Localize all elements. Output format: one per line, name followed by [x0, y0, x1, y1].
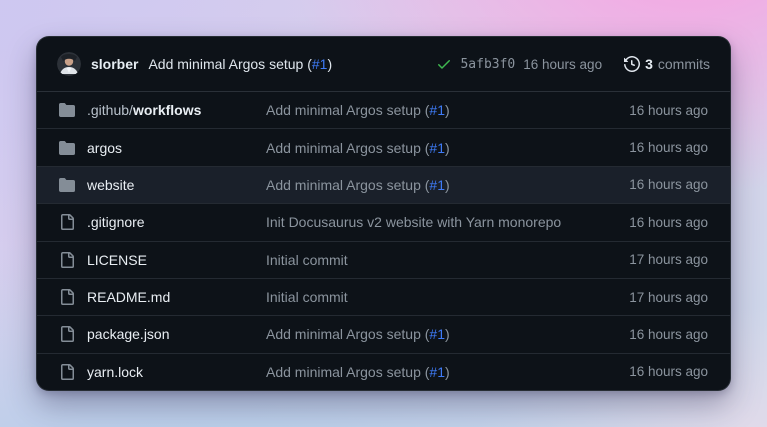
file-name-cell: .github/workflows [87, 102, 266, 118]
folder-icon [59, 140, 75, 156]
file-name-cell: package.json [87, 326, 266, 342]
row-icon-cell [59, 289, 75, 305]
file-name-cell: .gitignore [87, 214, 266, 230]
row-commit-message: Initial commit [266, 252, 617, 268]
row-icon-cell [59, 140, 75, 156]
commit-message-text: Add minimal Argos setup [266, 177, 421, 193]
row-icon-cell [59, 252, 75, 268]
pr-link[interactable]: #1 [429, 364, 445, 380]
commit-author[interactable]: slorber [91, 56, 138, 72]
commit-time: 16 hours ago [629, 364, 708, 379]
file-row: argos Add minimal Argos setup (#1) 16 ho… [37, 129, 730, 166]
file-name[interactable]: argos [87, 140, 122, 156]
file-row: README.md Initial commit 17 hours ago [37, 279, 730, 316]
file-name-cell: LICENSE [87, 252, 266, 268]
file-name-cell: argos [87, 140, 266, 156]
commit-message-text: Initial commit [266, 289, 348, 305]
folder-icon [59, 102, 75, 118]
commit-time: 16 hours ago [629, 327, 708, 342]
commits-label: commits [658, 56, 710, 72]
commit-time: 16 hours ago [629, 140, 708, 155]
latest-commit-summary: slorber Add minimal Argos setup (#1) [57, 52, 332, 76]
file-name[interactable]: .gitignore [87, 214, 145, 230]
pr-link[interactable]: #1 [429, 177, 445, 193]
latest-commit-meta: 5afb3f0 16 hours ago 3 commits [436, 56, 710, 72]
commit-message-text: Add minimal Argos setup [266, 326, 421, 342]
file-row: website Add minimal Argos setup (#1) 16 … [37, 167, 730, 204]
row-icon-cell [59, 214, 75, 230]
row-commit-message: Init Docusaurus v2 website with Yarn mon… [266, 214, 617, 230]
file-name[interactable]: package.json [87, 326, 170, 342]
user-avatar[interactable] [57, 52, 81, 76]
latest-commit-header: slorber Add minimal Argos setup (#1) 5af… [37, 37, 730, 92]
file-name[interactable]: website [87, 177, 134, 193]
file-list: .github/workflows Add minimal Argos setu… [37, 92, 730, 390]
pr-link[interactable]: #1 [429, 140, 445, 156]
commit-time: 16 hours ago [629, 177, 708, 192]
pr-link[interactable]: #1 [429, 102, 445, 118]
paren-close: ) [445, 364, 450, 380]
commit-message-text: Initial commit [266, 252, 348, 268]
row-icon-cell [59, 364, 75, 380]
commit-time: 17 hours ago [629, 290, 708, 305]
commit-message-text: Add minimal Argos setup [266, 102, 421, 118]
row-commit-message: Initial commit [266, 289, 617, 305]
paren-close: ) [445, 140, 450, 156]
file-row: yarn.lock Add minimal Argos setup (#1) 1… [37, 354, 730, 390]
file-icon [59, 214, 75, 230]
file-icon [59, 326, 75, 342]
commit-message[interactable]: Add minimal Argos setup (#1) [148, 56, 332, 72]
commits-count: 3 [645, 56, 653, 72]
file-name-cell: README.md [87, 289, 266, 305]
row-commit-message: Add minimal Argos setup (#1) [266, 326, 617, 342]
commit-time: 16 hours ago [629, 215, 708, 230]
file-row: package.json Add minimal Argos setup (#1… [37, 316, 730, 353]
paren-close: ) [445, 326, 450, 342]
file-row: LICENSE Initial commit 17 hours ago [37, 242, 730, 279]
file-name-cell: yarn.lock [87, 364, 266, 380]
folder-icon [59, 177, 75, 193]
commit-time: 16 hours ago [629, 103, 708, 118]
row-commit-message: Add minimal Argos setup (#1) [266, 102, 617, 118]
avatar-image [57, 52, 81, 76]
row-icon-cell [59, 177, 75, 193]
row-commit-message: Add minimal Argos setup (#1) [266, 177, 617, 193]
file-icon [59, 252, 75, 268]
pr-link[interactable]: #1 [429, 326, 445, 342]
file-row: .gitignore Init Docusaurus v2 website wi… [37, 204, 730, 241]
file-row: .github/workflows Add minimal Argos setu… [37, 92, 730, 129]
row-icon-cell [59, 326, 75, 342]
file-icon [59, 289, 75, 305]
commit-hash-link[interactable]: 5afb3f0 [460, 57, 515, 72]
file-name[interactable]: workflows [133, 102, 201, 118]
file-path-prefix[interactable]: .github/ [87, 102, 133, 118]
paren-close: ) [445, 102, 450, 118]
pr-link[interactable]: #1 [312, 56, 328, 72]
row-icon-cell [59, 102, 75, 118]
paren-close: ) [445, 177, 450, 193]
row-commit-message: Add minimal Argos setup (#1) [266, 364, 617, 380]
row-commit-message: Add minimal Argos setup (#1) [266, 140, 617, 156]
repo-file-browser: slorber Add minimal Argos setup (#1) 5af… [36, 36, 731, 391]
commits-history-link[interactable]: 3 commits [624, 56, 710, 72]
file-name-cell: website [87, 177, 266, 193]
commit-message-text: Add minimal Argos setup [266, 140, 421, 156]
check-icon[interactable] [436, 56, 452, 72]
commit-time: 16 hours ago [523, 57, 602, 72]
paren-close: ) [327, 56, 332, 72]
file-name[interactable]: README.md [87, 289, 170, 305]
history-icon [624, 56, 640, 72]
file-icon [59, 364, 75, 380]
commit-message-text: Init Docusaurus v2 website with Yarn mon… [266, 214, 561, 230]
file-name[interactable]: yarn.lock [87, 364, 143, 380]
file-name[interactable]: LICENSE [87, 252, 147, 268]
commit-time: 17 hours ago [629, 252, 708, 267]
commit-message-text: Add minimal Argos setup [266, 364, 421, 380]
